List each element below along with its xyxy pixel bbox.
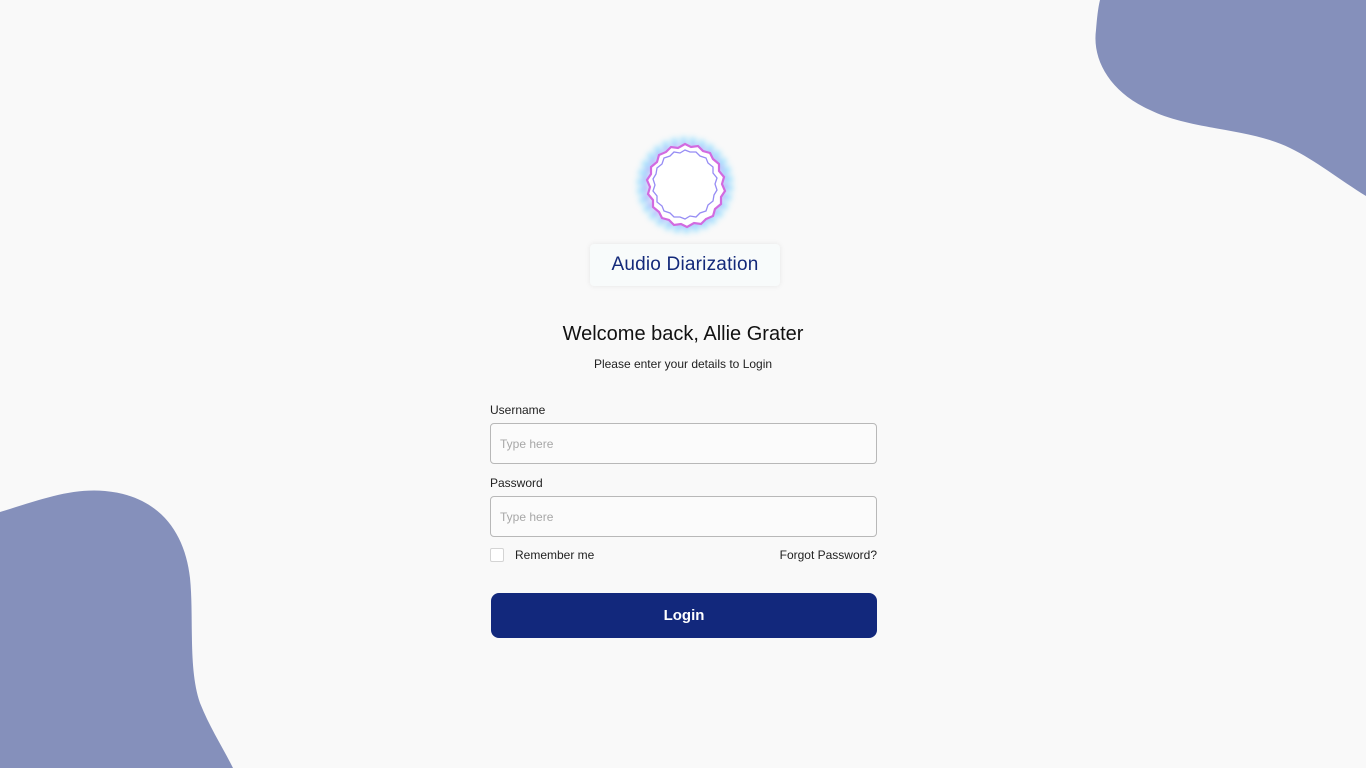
password-input[interactable] — [490, 496, 877, 537]
remember-me-checkbox[interactable] — [490, 548, 504, 562]
forgot-password-link[interactable]: Forgot Password? — [780, 548, 877, 563]
remember-row: Remember me Forgot Password? — [490, 548, 877, 564]
welcome-heading: Welcome back, Allie Grater — [562, 323, 804, 345]
login-subtitle: Please enter your details to Login — [593, 357, 773, 371]
password-label: Password — [490, 476, 543, 490]
brand-badge: Audio Diarization — [590, 244, 780, 286]
remember-me-label[interactable]: Remember me — [515, 548, 594, 563]
login-page: Audio Diarization Welcome back, Allie Gr… — [0, 0, 1366, 768]
decorative-blob-top-right — [1095, 0, 1366, 196]
username-input[interactable] — [490, 423, 877, 464]
decorative-blob-bottom-left — [0, 490, 233, 768]
sound-wave-ring-icon — [628, 128, 742, 242]
brand-name: Audio Diarization — [611, 254, 759, 275]
username-label: Username — [490, 403, 546, 417]
login-button[interactable]: Login — [491, 593, 877, 638]
